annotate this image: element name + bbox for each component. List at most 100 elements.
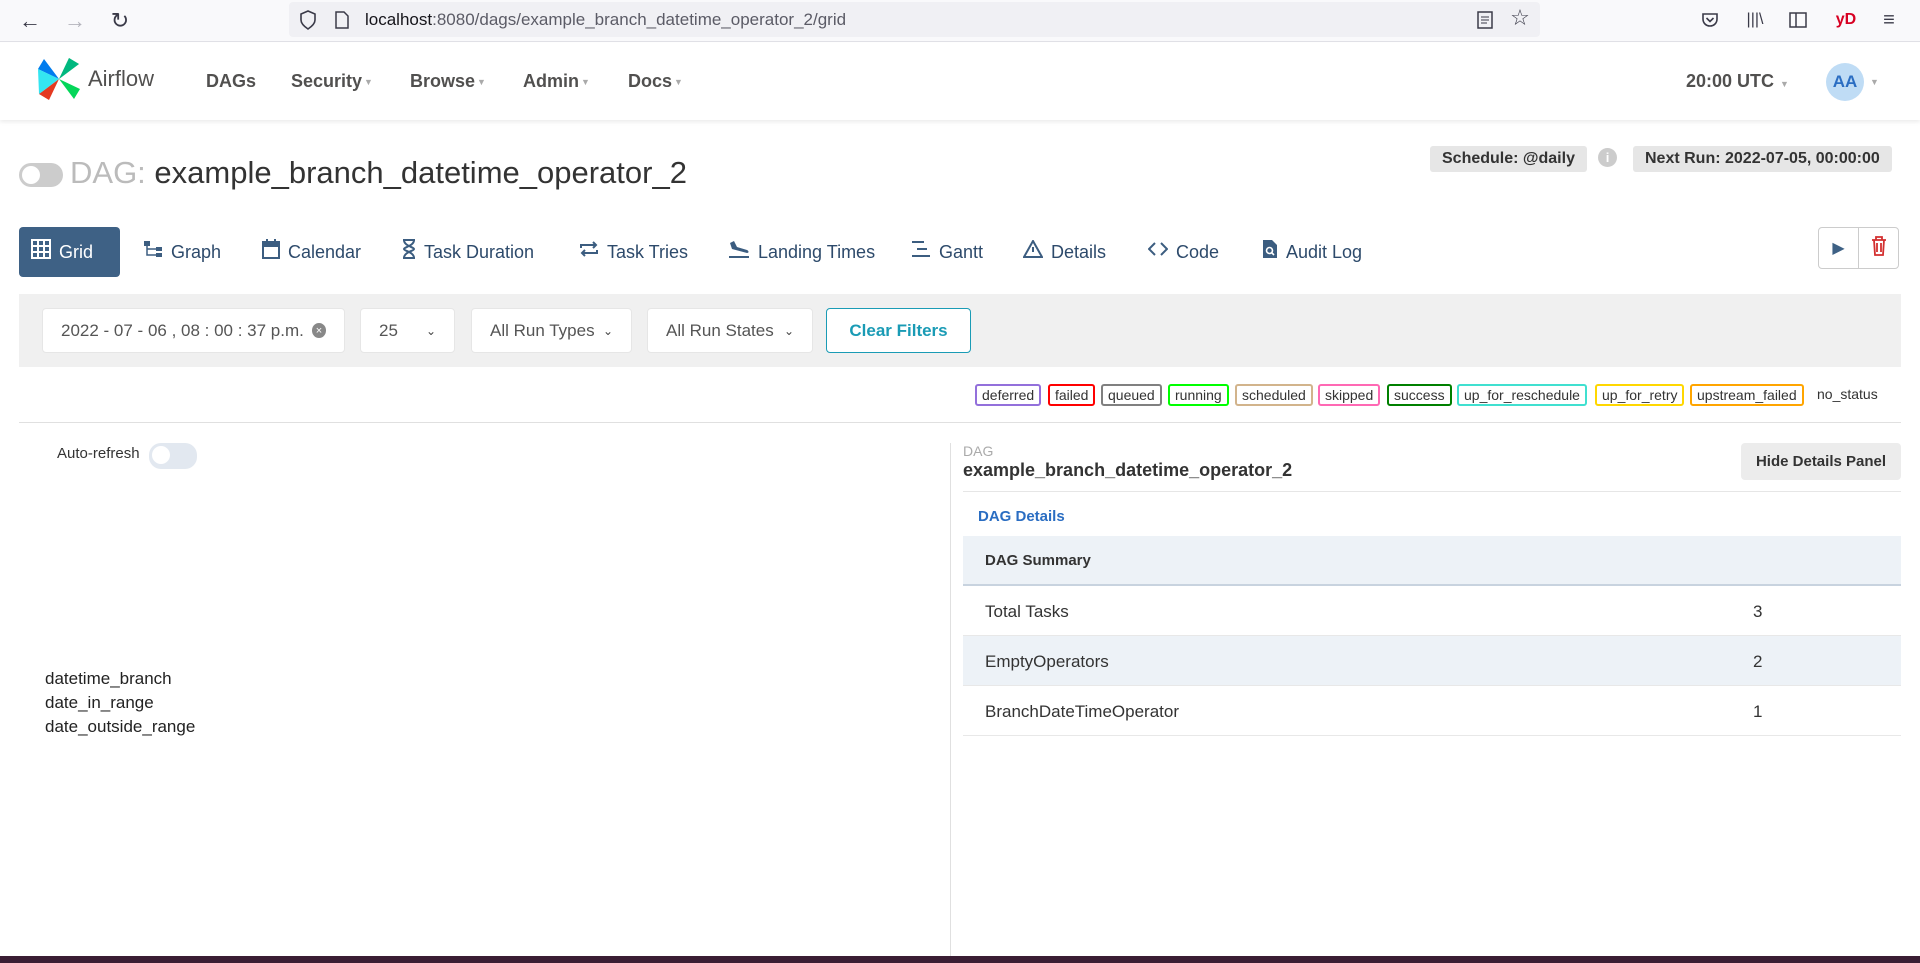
- table-row: EmptyOperators 2: [963, 636, 1901, 686]
- row-value: 3: [1753, 602, 1763, 621]
- reader-view-icon[interactable]: [1472, 6, 1498, 34]
- dag-pause-toggle[interactable]: [19, 163, 63, 187]
- nav-admin-label: Admin: [523, 71, 579, 91]
- legend-skipped: skipped: [1318, 384, 1381, 406]
- num-runs-value: 25: [379, 320, 398, 340]
- nav-dags[interactable]: DAGs: [206, 71, 256, 92]
- clear-date-icon[interactable]: ×: [311, 323, 326, 338]
- retry-icon: [579, 240, 599, 264]
- num-runs-select[interactable]: 25 ⌄: [360, 308, 455, 353]
- base-date-input[interactable]: 2022 - 07 - 06 , 08 : 00 : 37 p.m. ×: [42, 308, 345, 353]
- tab-landing-times[interactable]: Landing Times: [716, 227, 887, 277]
- airflow-brand[interactable]: Airflow: [36, 56, 154, 102]
- dag-title-name: example_branch_datetime_operator_2: [154, 155, 687, 190]
- tab-task-tries[interactable]: Task Tries: [567, 227, 700, 277]
- clear-filters-button[interactable]: Clear Filters: [826, 308, 971, 353]
- task-name[interactable]: datetime_branch: [45, 667, 195, 691]
- auto-refresh-label: Auto-refresh: [57, 445, 140, 462]
- nav-admin[interactable]: Admin ▼: [523, 71, 590, 92]
- profile-extension-icon[interactable]: yD: [1831, 6, 1861, 34]
- menu-icon[interactable]: ≡: [1876, 6, 1902, 34]
- schedule-badge: Schedule: @daily: [1430, 146, 1587, 172]
- caret-down-icon[interactable]: ▼: [1870, 77, 1879, 87]
- tab-audit-log[interactable]: Audit Log: [1250, 227, 1374, 277]
- page-icon: [329, 6, 355, 34]
- summary-table-header: DAG Summary: [963, 536, 1901, 586]
- plane-landing-icon: [728, 240, 750, 264]
- legend-up_for_retry: up_for_retry: [1595, 384, 1685, 406]
- tab-graph-label: Graph: [171, 241, 222, 262]
- base-date-value: 2022 - 07 - 06 , 08 : 00 : 37 p.m.: [61, 320, 304, 340]
- legend-failed: failed: [1048, 384, 1096, 406]
- task-name[interactable]: date_outside_range: [45, 715, 195, 739]
- file-search-icon: [1262, 239, 1278, 265]
- brand-text: Airflow: [88, 66, 155, 91]
- library-icon[interactable]: |||\: [1742, 6, 1768, 34]
- grid-icon: [31, 239, 51, 265]
- warning-triangle-icon: [1022, 238, 1044, 264]
- row-key: EmptyOperators: [985, 652, 1109, 671]
- shield-icon[interactable]: [295, 6, 321, 34]
- tab-calendar-label: Calendar: [288, 241, 362, 262]
- user-avatar[interactable]: AA: [1826, 63, 1864, 101]
- timezone-menu[interactable]: 20:00 UTC ▼: [1686, 71, 1789, 92]
- divider: [963, 491, 1901, 492]
- browser-toolbar: ← → ↻ localhost:8080/dags/example_branch…: [0, 0, 1920, 42]
- trigger-dag-button[interactable]: ▶: [1818, 227, 1859, 269]
- tab-gantt[interactable]: Gantt: [899, 227, 995, 277]
- tab-graph[interactable]: Graph: [131, 227, 233, 277]
- nav-browse[interactable]: Browse ▼: [410, 71, 486, 92]
- nav-security-label: Security: [291, 71, 363, 91]
- nav-docs-label: Docs: [628, 71, 673, 91]
- chevron-down-icon: ⌄: [425, 323, 436, 338]
- info-icon[interactable]: i: [1598, 148, 1617, 167]
- legend-deferred: deferred: [975, 384, 1042, 406]
- forward-icon[interactable]: →: [59, 6, 91, 36]
- airflow-logo-icon: [38, 58, 80, 100]
- tab-task-duration[interactable]: Task Duration: [390, 227, 546, 277]
- url-text: localhost:8080/dags/example_branch_datet…: [365, 10, 846, 30]
- row-value: 1: [1753, 702, 1763, 721]
- dag-title: DAG: example_branch_datetime_operator_2: [70, 155, 687, 191]
- task-name[interactable]: date_in_range: [45, 691, 195, 715]
- legend-upstream_failed: upstream_failed: [1690, 384, 1804, 406]
- legend-queued: queued: [1101, 384, 1162, 406]
- next-run-badge: Next Run: 2022-07-05, 00:00:00: [1633, 146, 1892, 172]
- reload-icon[interactable]: ↻: [104, 6, 136, 36]
- dag-details-link[interactable]: DAG Details: [978, 508, 1065, 525]
- row-key: Total Tasks: [985, 602, 1069, 621]
- run-state-value: All Run States: [666, 320, 774, 340]
- trash-icon: [1871, 235, 1887, 261]
- run-type-value: All Run Types: [490, 320, 595, 340]
- hide-details-button[interactable]: Hide Details Panel: [1741, 443, 1901, 480]
- hourglass-icon: [402, 239, 416, 265]
- url-bar[interactable]: localhost:8080/dags/example_branch_datet…: [289, 2, 1540, 37]
- nav-security[interactable]: Security ▼: [291, 71, 373, 92]
- tab-code[interactable]: Code: [1136, 227, 1231, 277]
- sidebar-icon[interactable]: [1785, 6, 1811, 34]
- chevron-down-icon: ⌄: [783, 323, 794, 338]
- details-dag-name[interactable]: example_branch_datetime_operator_2: [963, 460, 1292, 481]
- tab-grid[interactable]: Grid: [19, 227, 120, 277]
- auto-refresh-toggle[interactable]: [149, 443, 197, 469]
- run-state-select[interactable]: All Run States ⌄: [647, 308, 813, 353]
- nav-dags-label: DAGs: [206, 71, 257, 91]
- nav-docs[interactable]: Docs ▼: [628, 71, 683, 92]
- tab-audit-log-label: Audit Log: [1286, 241, 1363, 262]
- bookmark-star-icon[interactable]: ☆: [1507, 4, 1533, 32]
- panel-divider[interactable]: [950, 443, 951, 958]
- back-icon[interactable]: ←: [14, 6, 46, 36]
- legend-success: success: [1387, 384, 1452, 406]
- tab-calendar[interactable]: Calendar: [250, 227, 373, 277]
- chevron-down-icon: ⌄: [602, 323, 613, 338]
- legend-scheduled: scheduled: [1235, 384, 1313, 406]
- play-icon: ▶: [1832, 240, 1845, 257]
- tab-details[interactable]: Details: [1011, 227, 1118, 277]
- bottom-strip: [0, 956, 1920, 963]
- table-row: Total Tasks 3: [963, 586, 1901, 636]
- delete-dag-button[interactable]: [1858, 227, 1899, 269]
- dag-title-label: DAG:: [70, 155, 146, 190]
- run-type-select[interactable]: All Run Types ⌄: [471, 308, 632, 353]
- pocket-icon[interactable]: [1697, 6, 1723, 34]
- url-path: :8080/dags/example_branch_datetime_opera…: [432, 10, 847, 29]
